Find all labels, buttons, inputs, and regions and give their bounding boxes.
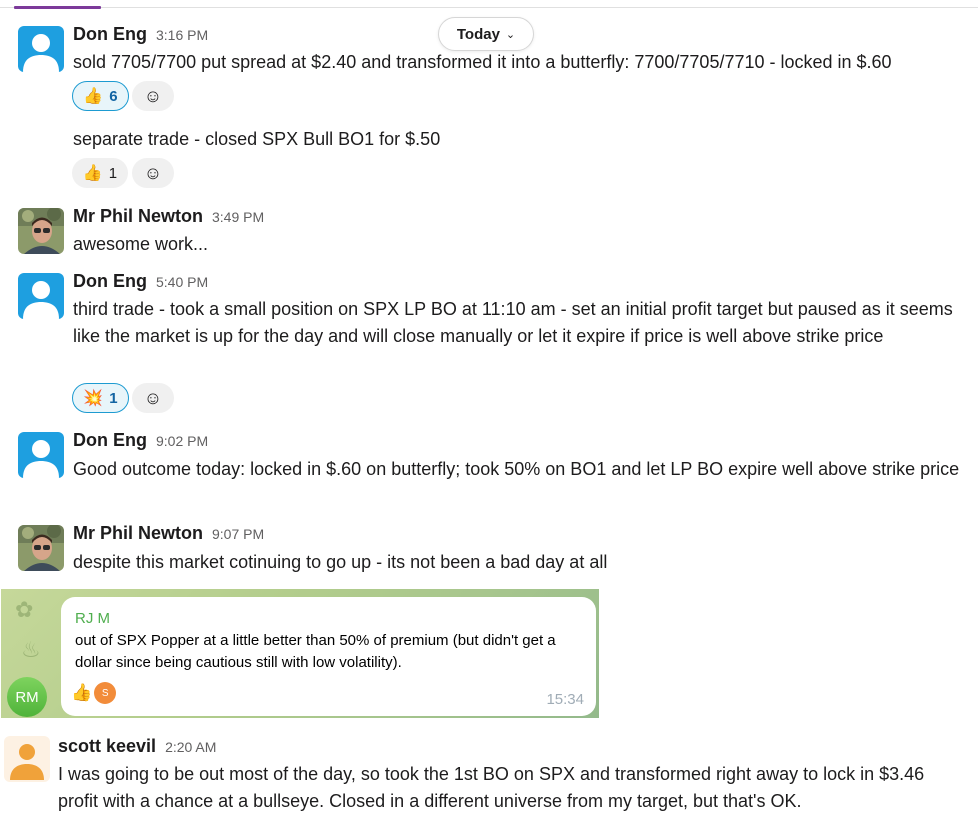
avatar[interactable] (18, 525, 64, 571)
active-tab-indicator (14, 6, 101, 9)
user-silhouette-icon (23, 34, 59, 72)
author-name[interactable]: Mr Phil Newton (73, 206, 203, 227)
profile-photo (18, 525, 64, 571)
message-header: Don Eng 5:40 PM (73, 271, 208, 292)
add-reaction-icon: ☺ (143, 162, 163, 183)
reaction-thumbs-up[interactable]: 👍 1 (72, 158, 128, 188)
date-pill-label: Today (456, 25, 500, 43)
telegram-avatar: RM (7, 677, 47, 717)
avatar[interactable] (18, 26, 64, 72)
thumbs-up-icon: 👍 (82, 165, 103, 182)
reaction-collision[interactable]: 💥 1 (72, 383, 129, 413)
timestamp[interactable]: 9:07 PM (212, 526, 264, 542)
message-text: separate trade - closed SPX Bull BO1 for… (73, 129, 441, 149)
reaction-count: 6 (109, 87, 118, 105)
avatar[interactable] (4, 736, 50, 782)
telegram-sender-name: RJ M (75, 610, 110, 627)
timestamp[interactable]: 3:49 PM (212, 209, 264, 225)
reaction-count: 1 (108, 164, 118, 182)
user-silhouette-icon (23, 281, 59, 319)
user-silhouette-icon (23, 440, 59, 478)
timestamp[interactable]: 3:16 PM (156, 27, 208, 43)
date-jump-button[interactable]: Today ⌄ (438, 17, 534, 51)
author-name[interactable]: Don Eng (73, 430, 147, 451)
user-silhouette-icon (10, 744, 44, 780)
add-reaction-icon: ☺ (143, 387, 163, 408)
message-text: Good outcome today: locked in $.60 on bu… (73, 459, 960, 479)
timestamp[interactable]: 9:02 PM (156, 433, 208, 449)
avatar[interactable] (18, 273, 64, 319)
add-reaction-button[interactable]: ☺ (132, 383, 174, 413)
message-header: scott keevil 2:20 AM (58, 736, 216, 757)
message-header: Don Eng 3:16 PM (73, 24, 208, 45)
author-name[interactable]: Don Eng (73, 24, 147, 45)
telegram-timestamp: 15:34 (546, 691, 584, 708)
timestamp[interactable]: 5:40 PM (156, 274, 208, 290)
chevron-down-icon: ⌄ (505, 29, 516, 41)
message-header: Mr Phil Newton 9:07 PM (73, 523, 264, 544)
add-reaction-button[interactable]: ☺ (132, 158, 174, 188)
add-reaction-icon: ☺ (143, 85, 163, 106)
message-text: despite this market cotinuing to go up -… (73, 552, 608, 572)
doodle-icon: ♨ (21, 637, 41, 662)
add-reaction-button[interactable]: ☺ (132, 81, 174, 111)
top-divider (0, 7, 978, 8)
author-name[interactable]: Don Eng (73, 271, 147, 292)
thumbs-up-icon: 👍 (83, 88, 104, 105)
timestamp[interactable]: 2:20 AM (165, 739, 216, 755)
message-header: Mr Phil Newton 3:49 PM (73, 206, 264, 227)
telegram-message-text: out of SPX Popper at a little better tha… (75, 632, 556, 671)
message-text: sold 7705/7700 put spread at $2.40 and t… (73, 52, 892, 72)
reaction-count: 1 (109, 389, 118, 407)
thumbs-up-icon: 👍 (71, 683, 93, 702)
message-text: I was going to be out most of the day, s… (58, 764, 925, 811)
reaction-thumbs-up[interactable]: 👍 6 (72, 81, 129, 111)
reactor-avatar: S (94, 682, 117, 704)
message-text: awesome work... (73, 234, 209, 254)
message-text: third trade - took a small position on S… (73, 299, 953, 346)
collision-icon: 💥 (83, 390, 104, 407)
avatar[interactable] (18, 208, 64, 254)
telegram-reactions: 👍 S (71, 682, 117, 704)
doodle-icon: ✿ (15, 597, 34, 622)
author-name[interactable]: scott keevil (58, 736, 156, 757)
avatar[interactable] (18, 432, 64, 478)
author-name[interactable]: Mr Phil Newton (73, 523, 203, 544)
message-header: Don Eng 9:02 PM (73, 430, 208, 451)
profile-photo (18, 208, 64, 254)
telegram-message-bubble: RJ M out of SPX Popper at a little bette… (61, 597, 596, 716)
